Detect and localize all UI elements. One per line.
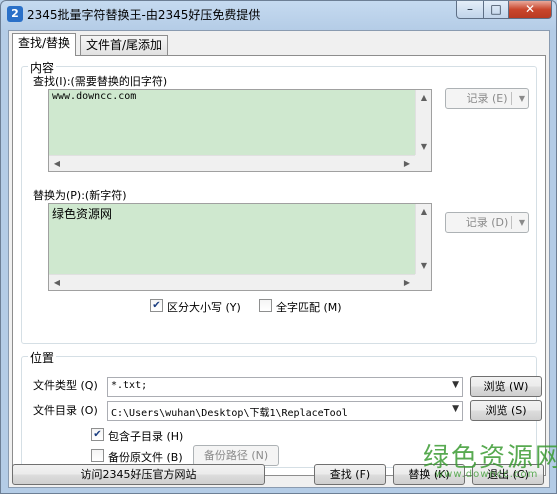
- watermark-url: www.downcc.com: [435, 469, 539, 480]
- find-text: www.downcc.com: [52, 91, 137, 102]
- full-match-label[interactable]: 全字匹配 (M): [276, 299, 342, 315]
- replace-text: 绿色资源网: [52, 207, 113, 221]
- backup-path-button[interactable]: 备份路径 (N): [193, 445, 279, 466]
- full-match-checkbox[interactable]: [259, 299, 272, 312]
- scroll-left-arrow-icon[interactable]: ◀: [49, 156, 65, 172]
- chevron-down-icon[interactable]: ▼: [519, 89, 525, 108]
- file-type-combo[interactable]: *.txt; ▼: [107, 377, 463, 397]
- backup-label[interactable]: 备份原文件 (B): [108, 449, 183, 465]
- client-area: 查找/替换 文件首/尾添加 内容 查找(I):(需要替换的旧字符) www.do…: [8, 30, 550, 488]
- backup-checkbox[interactable]: [91, 449, 104, 462]
- scroll-corner: [415, 155, 431, 171]
- include-subdirs-checkbox[interactable]: ✔: [91, 428, 104, 441]
- window-title: 2345批量字符替换王-由2345好压免费提供: [27, 8, 261, 22]
- app-window: 2 2345批量字符替换王-由2345好压免费提供 – □ ✕ 查找/替换 文件…: [0, 0, 557, 494]
- case-sensitive-label[interactable]: 区分大小写 (Y): [167, 299, 241, 315]
- replace-vertical-scrollbar[interactable]: ▲ ▼: [415, 204, 431, 274]
- visit-site-button[interactable]: 访问2345好压官方网站: [12, 464, 265, 485]
- content-group: 内容 查找(I):(需要替换的旧字符) www.downcc.com ▲ ▼ ◀…: [21, 59, 537, 344]
- browse-dir-button[interactable]: 浏览 (S): [470, 400, 542, 421]
- find-textarea[interactable]: www.downcc.com ▲ ▼ ◀ ▶: [48, 89, 432, 172]
- split-separator: [511, 92, 512, 105]
- tab-find-replace[interactable]: 查找/替换: [12, 33, 77, 56]
- split-separator: [511, 216, 512, 229]
- scroll-corner: [415, 274, 431, 290]
- scroll-left-arrow-icon[interactable]: ◀: [49, 275, 65, 291]
- close-button[interactable]: ✕: [508, 1, 552, 19]
- minimize-button[interactable]: –: [456, 1, 484, 19]
- scroll-down-arrow-icon[interactable]: ▼: [416, 258, 432, 274]
- find-label: 查找(I):(需要替换的旧字符): [33, 75, 168, 88]
- find-button[interactable]: 查找 (F): [314, 464, 386, 485]
- replace-textarea[interactable]: 绿色资源网 ▲ ▼ ◀ ▶: [48, 203, 432, 291]
- chevron-down-icon[interactable]: ▼: [452, 380, 459, 390]
- maximize-button[interactable]: □: [483, 1, 509, 19]
- find-record-label: 记录 (E): [466, 92, 508, 105]
- scroll-right-arrow-icon[interactable]: ▶: [399, 156, 415, 172]
- file-dir-combo[interactable]: C:\Users\wuhan\Desktop\下载1\ReplaceTool ▼: [107, 401, 463, 421]
- replace-horizontal-scrollbar[interactable]: ◀ ▶: [49, 274, 415, 290]
- chevron-down-icon[interactable]: ▼: [452, 404, 459, 414]
- replace-record-button[interactable]: 记录 (D) ▼: [445, 212, 529, 233]
- title-bar[interactable]: 2 2345批量字符替换王-由2345好压免费提供 – □ ✕: [1, 1, 556, 27]
- find-record-button[interactable]: 记录 (E) ▼: [445, 88, 529, 109]
- include-subdirs-label[interactable]: 包含子目录 (H): [108, 428, 183, 444]
- file-type-value: *.txt;: [111, 380, 148, 391]
- scroll-up-arrow-icon[interactable]: ▲: [416, 90, 432, 106]
- app-icon: 2: [7, 6, 23, 22]
- file-type-label: 文件类型 (Q): [33, 379, 98, 392]
- case-sensitive-checkbox[interactable]: ✔: [150, 299, 163, 312]
- location-group-title: 位置: [28, 349, 57, 366]
- chevron-down-icon[interactable]: ▼: [519, 213, 525, 232]
- replace-label: 替换为(P):(新字符): [33, 189, 127, 202]
- find-horizontal-scrollbar[interactable]: ◀ ▶: [49, 155, 415, 171]
- scroll-down-arrow-icon[interactable]: ▼: [416, 139, 432, 155]
- scroll-up-arrow-icon[interactable]: ▲: [416, 204, 432, 220]
- browse-file-type-button[interactable]: 浏览 (W): [470, 376, 542, 397]
- tab-panel: 内容 查找(I):(需要替换的旧字符) www.downcc.com ▲ ▼ ◀…: [12, 55, 546, 476]
- find-vertical-scrollbar[interactable]: ▲ ▼: [415, 90, 431, 155]
- replace-record-label: 记录 (D): [465, 216, 509, 229]
- file-dir-label: 文件目录 (O): [33, 404, 98, 417]
- scroll-right-arrow-icon[interactable]: ▶: [399, 275, 415, 291]
- tab-file-head-tail[interactable]: 文件首/尾添加: [80, 35, 169, 55]
- file-dir-value: C:\Users\wuhan\Desktop\下载1\ReplaceTool: [111, 408, 348, 419]
